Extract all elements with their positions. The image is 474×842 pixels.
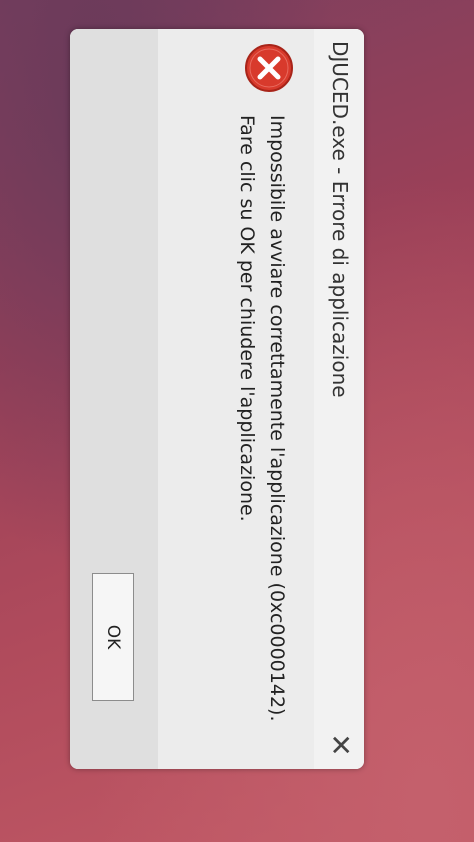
dialog-title: DJUCED.exe - Errore di applicazione xyxy=(328,41,352,398)
error-message: Impossibile avviare correttamente l'appl… xyxy=(236,115,288,722)
desktop-background: { "dialog": { "title": "DJUCED.exe - Err… xyxy=(0,0,474,842)
error-dialog: DJUCED.exe - Errore di applicazione ✕ Im… xyxy=(70,29,364,769)
error-icon xyxy=(245,44,293,92)
dialog-titlebar[interactable]: DJUCED.exe - Errore di applicazione ✕ xyxy=(314,29,364,769)
ok-button[interactable]: OK xyxy=(92,573,134,701)
close-button[interactable]: ✕ xyxy=(320,725,360,765)
dialog-footer: OK xyxy=(70,29,158,769)
close-icon: ✕ xyxy=(324,733,357,757)
